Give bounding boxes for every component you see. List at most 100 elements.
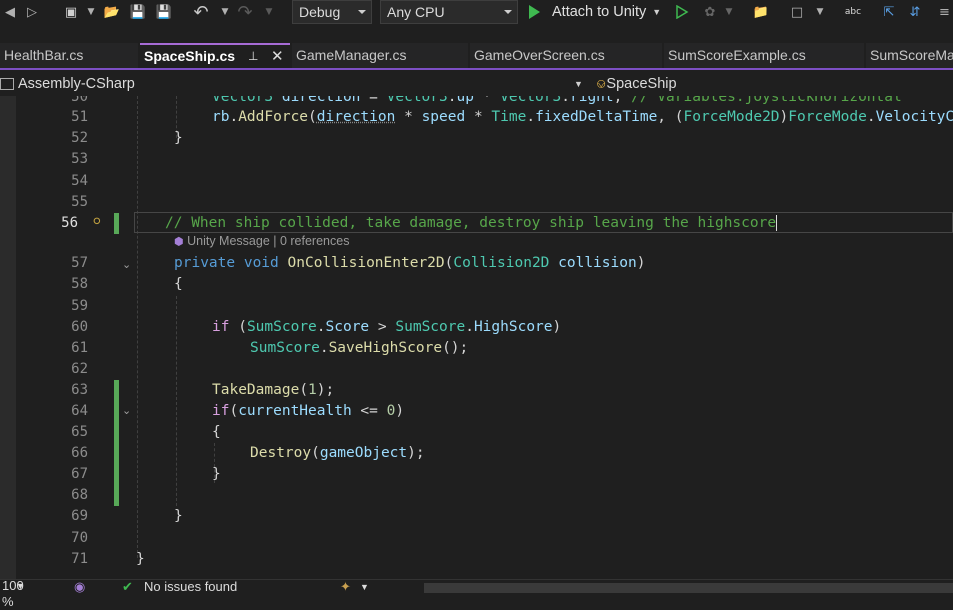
attach-to-unity-button[interactable]: Attach to Unity ▼: [526, 0, 661, 24]
codelens-text: Unity Message | 0 references: [187, 234, 350, 248]
open-folder-icon[interactable]: 📂: [102, 1, 122, 23]
tab-sumscoreexample[interactable]: SumScoreExample.cs: [664, 43, 864, 68]
tab-label: GameOverScreen.cs: [474, 47, 605, 63]
tab-spaceship[interactable]: SpaceShip.cs ⊥ ✕: [140, 43, 290, 68]
code-text: }: [174, 130, 183, 146]
platform-dropdown[interactable]: Any CPU: [380, 0, 518, 24]
tab-label: SpaceShip.cs: [144, 48, 236, 64]
chevron-down-icon: ▼: [16, 581, 25, 591]
line-number: 53: [71, 151, 88, 167]
chevron-down-icon: ▼: [652, 7, 662, 17]
tab-sumscoremanager[interactable]: SumScoreMa: [866, 43, 953, 68]
platform-value: Any CPU: [387, 4, 445, 20]
project-name: Assembly-CSharp: [18, 76, 135, 92]
tab-healthbar[interactable]: HealthBar.cs: [0, 43, 138, 68]
save-icon[interactable]: 💾: [128, 1, 148, 23]
tab-accent-line: [0, 68, 953, 70]
code-line: 60 if (SumScore.Score > SumScore.HighSco…: [0, 317, 953, 338]
redo-icon[interactable]: ↷: [234, 1, 256, 23]
document-tabs: HealthBar.cs SpaceShip.cs ⊥ ✕ GameManage…: [0, 43, 953, 68]
main-toolbar: ◀ ▷ ▣ ▼ 📂 💾 💾 ↶ ▼ ↷ ▼ Debug Any CPU Atta…: [0, 0, 953, 25]
code-text: {: [174, 276, 183, 292]
code-line: 65 {: [0, 422, 953, 443]
chevron-down-icon: [358, 10, 366, 14]
live-tree-icon[interactable]: ⇵: [904, 1, 926, 23]
tab-label: GameManager.cs: [296, 47, 407, 63]
tab-label: HealthBar.cs: [4, 47, 84, 63]
code-line: 67 }: [0, 464, 953, 485]
code-line: 56 // When ship collided, take damage, d…: [0, 213, 953, 234]
code-line: 62: [0, 359, 953, 380]
spell-check-icon[interactable]: abc: [842, 1, 864, 23]
line-number: 51: [71, 109, 88, 125]
code-text: Destroy(gameObject);: [250, 445, 425, 461]
code-line: 59: [0, 296, 953, 317]
save-all-icon[interactable]: 💾: [154, 1, 174, 23]
forward-icon[interactable]: ▷: [22, 1, 42, 23]
line-number: 61: [71, 340, 88, 356]
undo-icon[interactable]: ↶: [190, 1, 212, 23]
code-text: private void OnCollisionEnter2D(Collisio…: [174, 255, 646, 271]
codelens[interactable]: ⬢ Unity Message | 0 references: [174, 234, 349, 248]
horizontal-scrollbar[interactable]: [424, 583, 953, 593]
line-number: 62: [71, 361, 88, 377]
solution-explorer-icon[interactable]: 📁: [750, 1, 772, 23]
undo-dropdown-icon[interactable]: ▼: [220, 1, 230, 23]
new-project-icon[interactable]: ▣: [60, 1, 82, 23]
hot-reload-dropdown-icon[interactable]: ▼: [724, 1, 734, 23]
chevron-down-icon[interactable]: ▼: [86, 1, 96, 23]
code-line: 54: [0, 171, 953, 192]
line-number: 58: [71, 276, 88, 292]
cursor-select-icon[interactable]: ⇱: [878, 1, 900, 23]
code-text: // When ship collided, take damage, dest…: [165, 215, 778, 231]
browser-window-icon[interactable]: □: [786, 1, 808, 23]
redo-dropdown-icon[interactable]: ▼: [264, 1, 274, 23]
close-icon[interactable]: ✕: [271, 45, 284, 68]
code-text: if (SumScore.Score > SumScore.HighScore): [212, 319, 562, 335]
code-line: 51 rb.AddForce(direction * speed * Time.…: [0, 107, 953, 128]
tab-label: SumScoreMa: [870, 47, 953, 63]
browser-dropdown-icon[interactable]: ▼: [814, 1, 826, 23]
configuration-value: Debug: [299, 4, 341, 20]
code-text: SumScore.SaveHighScore();: [250, 340, 469, 356]
code-line: 57 private void OnCollisionEnter2D(Colli…: [0, 253, 953, 274]
tab-gamemanager[interactable]: GameManager.cs: [292, 43, 468, 68]
code-text: if(currentHealth <= 0): [212, 403, 405, 419]
code-text: }: [212, 466, 221, 482]
code-line: 63 TakeDamage(1);: [0, 380, 953, 401]
code-line: 71 }: [0, 549, 953, 570]
tab-label: SumScoreExample.cs: [668, 47, 806, 63]
line-number: 59: [71, 298, 88, 314]
line-number: 64: [71, 403, 88, 419]
start-without-debugging-icon[interactable]: [672, 1, 692, 23]
chevron-down-icon: [504, 10, 512, 14]
code-text: }: [174, 508, 183, 524]
more-icon[interactable]: ≡: [936, 1, 953, 23]
attach-label: Attach to Unity: [552, 4, 647, 20]
code-text: }: [136, 551, 145, 567]
code-line: 52 }: [0, 128, 953, 149]
csharp-project-icon: [0, 78, 14, 91]
configuration-dropdown[interactable]: Debug: [292, 0, 372, 24]
line-number: 68: [71, 487, 88, 503]
line-number: 71: [71, 551, 88, 567]
code-line: 61 SumScore.SaveHighScore();: [0, 338, 953, 359]
unity-message-icon: ⬢: [174, 236, 184, 248]
line-number: 56: [61, 215, 78, 231]
code-line: 55: [0, 192, 953, 213]
code-editor[interactable]: ⌄ ⌄ ⚪ ⬢ Unity Message | 0 references 50 …: [0, 96, 953, 579]
hot-reload-icon[interactable]: ✿: [700, 1, 720, 23]
project-dropdown[interactable]: Assembly-CSharp ▼: [0, 72, 588, 96]
line-number: 67: [71, 466, 88, 482]
tab-gameoverscreen[interactable]: GameOverScreen.cs: [470, 43, 662, 68]
back-icon[interactable]: ◀: [2, 1, 18, 23]
line-number: 66: [71, 445, 88, 461]
code-text: TakeDamage(1);: [212, 382, 335, 398]
code-line: 70: [0, 528, 953, 549]
code-line: 68: [0, 485, 953, 506]
line-number: 55: [71, 194, 88, 210]
pin-icon[interactable]: ⊥: [248, 45, 258, 68]
navigation-bar: Assembly-CSharp ▼ ⎉SpaceShip: [0, 72, 953, 97]
class-dropdown[interactable]: ⎉SpaceShip: [596, 72, 953, 96]
code-line: 66 Destroy(gameObject);: [0, 443, 953, 464]
